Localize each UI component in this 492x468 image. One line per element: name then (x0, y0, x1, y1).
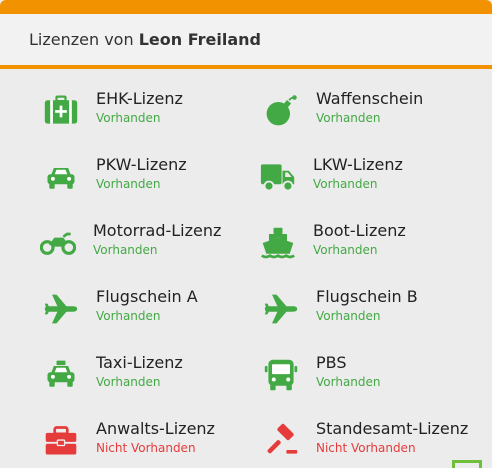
license-name: Boot-Lizenz (313, 221, 406, 240)
truck-icon (258, 157, 298, 197)
gavel-icon (261, 421, 301, 461)
license-status: Nicht Vorhanden (96, 441, 196, 455)
first-aid-kit-icon (41, 91, 81, 131)
license-status: Vorhanden (96, 177, 161, 191)
page-title: Lizenzen von Leon Freiland (29, 30, 261, 49)
header: Lizenzen von Leon Freiland (0, 14, 492, 65)
ship-icon (258, 223, 298, 263)
license-status: Vorhanden (316, 375, 381, 389)
license-item-anwalts: Anwalts-Lizenz Nicht Vorhanden (41, 419, 261, 465)
license-status: Vorhanden (316, 309, 381, 323)
license-name: Waffenschein (316, 89, 424, 108)
taxi-icon (41, 355, 81, 395)
license-name: Standesamt-Lizenz (316, 419, 469, 438)
license-item-ehk: EHK-Lizenz Vorhanden (41, 89, 261, 135)
license-item-lkw: LKW-Lizenz Vorhanden (258, 155, 478, 201)
top-accent-bar (0, 0, 492, 14)
motorcycle-icon (38, 223, 78, 263)
briefcase-icon (41, 421, 81, 461)
header-divider (0, 65, 492, 69)
license-status: Vorhanden (96, 375, 161, 389)
license-status: Vorhanden (96, 111, 161, 125)
license-name: Taxi-Lizenz (96, 353, 183, 372)
license-item-standesamt: Standesamt-Lizenz Nicht Vorhanden (261, 419, 481, 465)
corner-frame-decoration (452, 460, 482, 468)
license-status: Vorhanden (316, 111, 381, 125)
license-item-waffenschein: Waffenschein Vorhanden (261, 89, 481, 135)
license-name: EHK-Lizenz (96, 89, 183, 108)
license-status: Vorhanden (313, 177, 378, 191)
license-name: PBS (316, 353, 347, 372)
bus-icon (261, 355, 301, 395)
license-item-flugschein-a: Flugschein A Vorhanden (41, 287, 261, 333)
license-status: Nicht Vorhanden (316, 441, 416, 455)
license-item-pbs: PBS Vorhanden (261, 353, 481, 399)
license-name: Motorrad-Lizenz (93, 221, 222, 240)
license-name: PKW-Lizenz (96, 155, 187, 174)
license-item-flugschein-b: Flugschein B Vorhanden (261, 287, 481, 333)
license-name: Anwalts-Lizenz (96, 419, 215, 438)
license-status: Vorhanden (96, 309, 161, 323)
title-prefix: Lizenzen von (29, 30, 134, 49)
plane-icon (41, 289, 81, 329)
license-status: Vorhanden (313, 243, 378, 257)
car-icon (41, 157, 81, 197)
license-status: Vorhanden (93, 243, 158, 257)
license-item-pkw: PKW-Lizenz Vorhanden (41, 155, 261, 201)
player-name: Leon Freiland (138, 30, 261, 49)
license-name: LKW-Lizenz (313, 155, 403, 174)
license-name: Flugschein B (316, 287, 418, 306)
license-item-boot: Boot-Lizenz Vorhanden (258, 221, 478, 267)
license-name: Flugschein A (96, 287, 198, 306)
bomb-icon (261, 91, 301, 131)
plane-icon (261, 289, 301, 329)
license-item-taxi: Taxi-Lizenz Vorhanden (41, 353, 261, 399)
license-item-motorrad: Motorrad-Lizenz Vorhanden (38, 221, 258, 267)
